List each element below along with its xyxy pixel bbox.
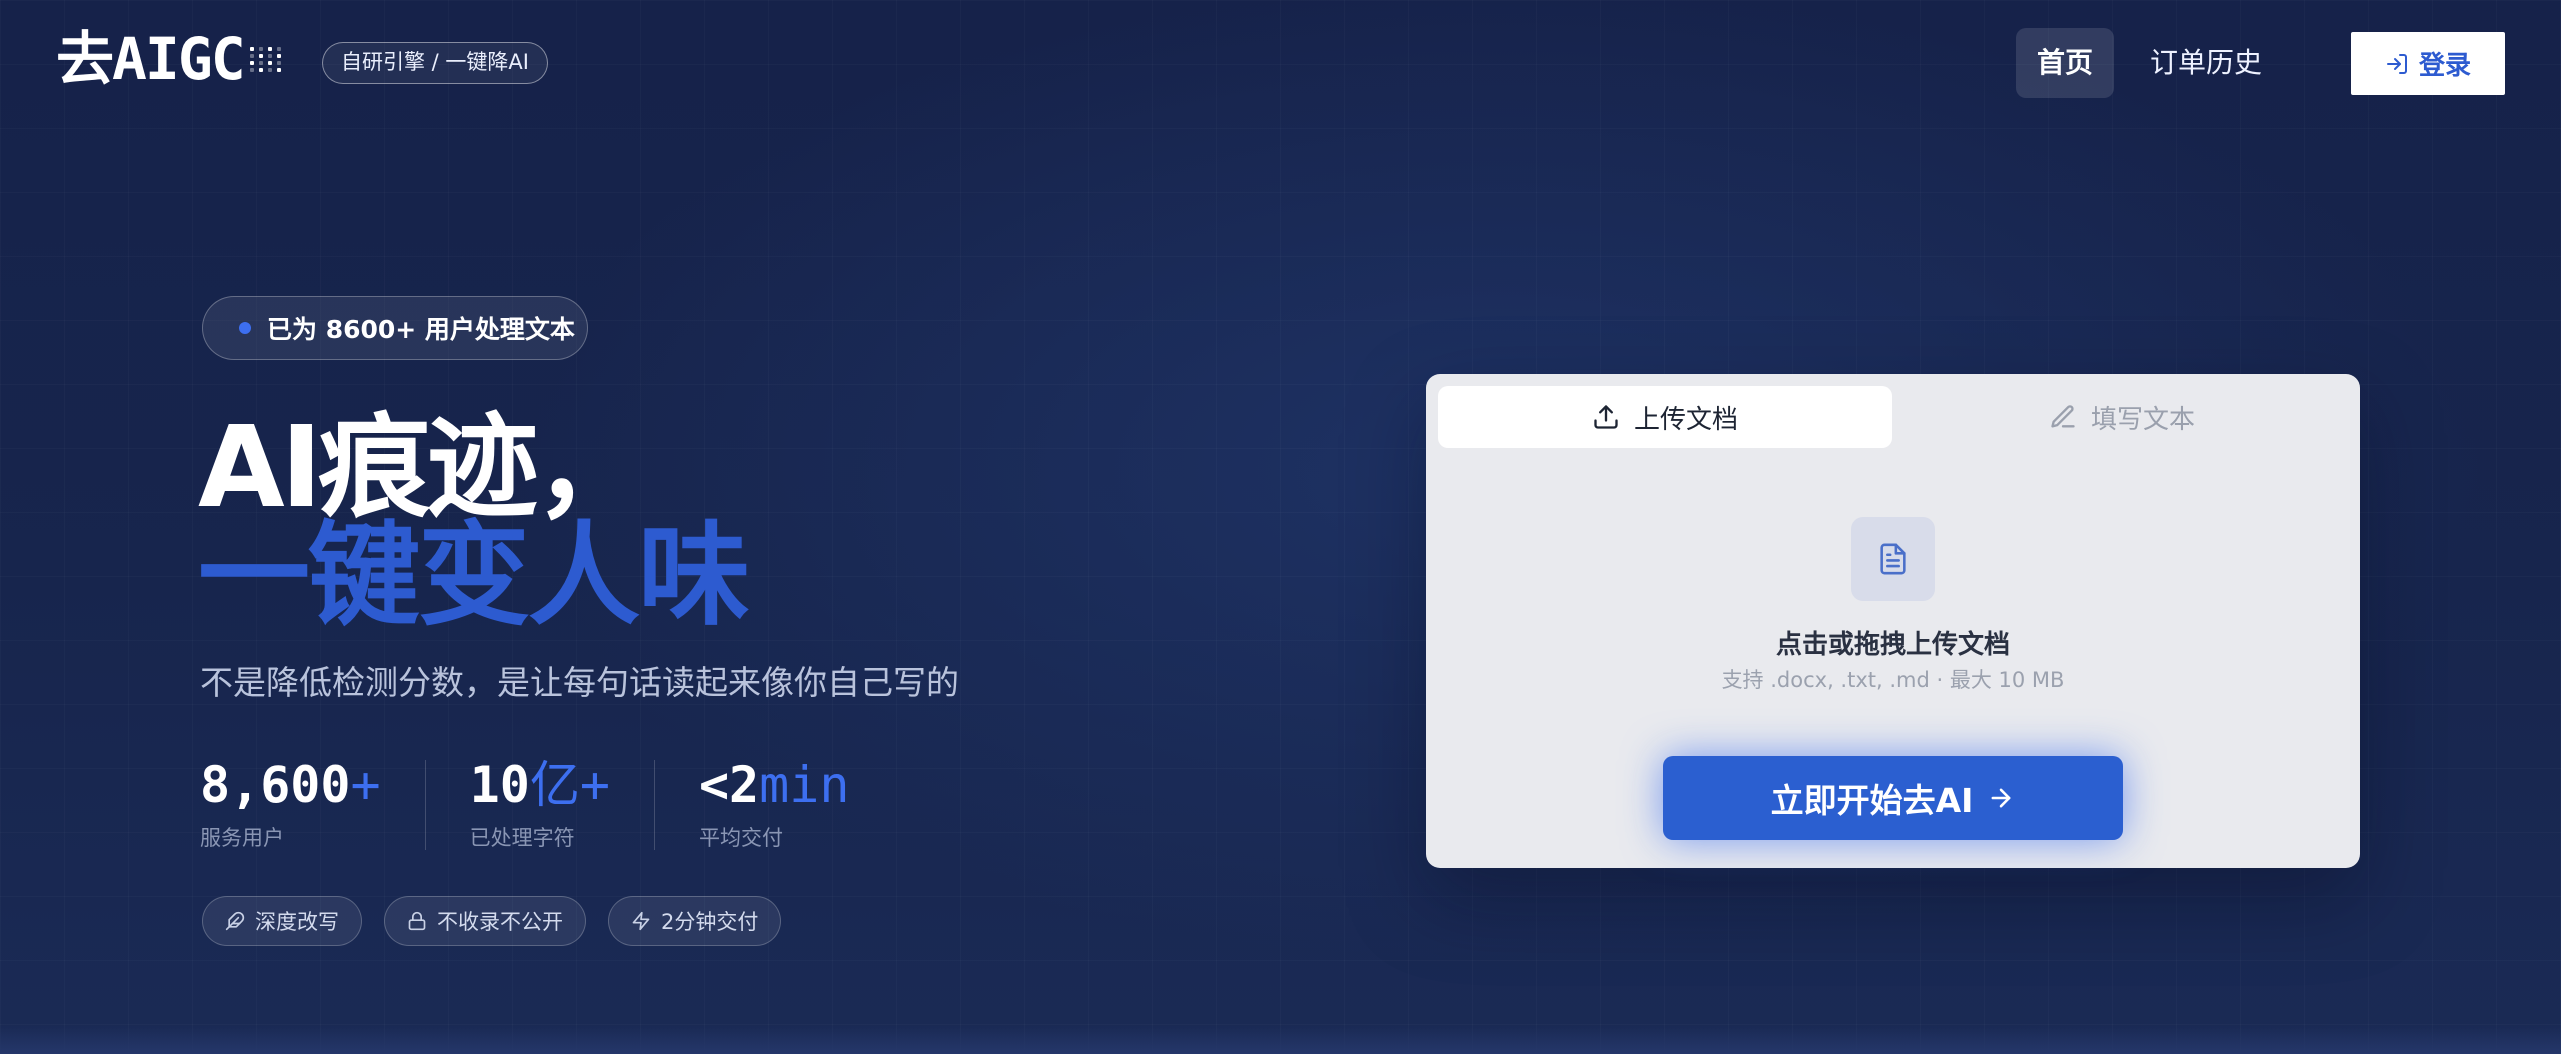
tag-deep-rewrite: 深度改写 bbox=[202, 896, 362, 946]
login-icon bbox=[2386, 53, 2407, 74]
feature-tags: 深度改写 不收录不公开 2分钟交付 bbox=[202, 896, 782, 946]
tab-upload-label: 上传文档 bbox=[1633, 404, 1738, 435]
tag-label: 深度改写 bbox=[255, 910, 339, 934]
stats-row: 8,600+ 服务用户 10亿+ 已处理字符 <2min 平均交付 bbox=[200, 760, 937, 850]
tag-private: 不收录不公开 bbox=[384, 896, 586, 946]
feather-icon bbox=[225, 911, 245, 931]
stat-label: 服务用户 bbox=[200, 826, 284, 850]
logo-text: 去AIGC bbox=[56, 25, 246, 93]
lightning-icon bbox=[632, 911, 650, 931]
tab-write-label: 填写文本 bbox=[2090, 404, 2195, 435]
dropzone-title[interactable]: 点击或拖拽上传文档 bbox=[1426, 624, 2360, 661]
headline-line-2: 一键变人味 bbox=[198, 511, 750, 641]
user-count-pill: 已为 8600+ 用户处理文本 bbox=[202, 296, 588, 360]
dropzone-hint: 支持 .docx, .txt, .md · 最大 10 MB bbox=[1721, 668, 2065, 692]
logo-dots-decoration bbox=[249, 46, 283, 72]
tag-label: 不收录不公开 bbox=[437, 910, 563, 934]
stat-value: 10亿+ bbox=[469, 756, 610, 814]
arrow-right-icon bbox=[1991, 788, 2011, 808]
start-button-label: 立即开始去AI bbox=[1770, 781, 1974, 820]
nav-home[interactable]: 首页 bbox=[2016, 28, 2114, 98]
start-button[interactable]: 立即开始去AI bbox=[1663, 756, 2123, 840]
stat-value: <2min bbox=[698, 756, 850, 814]
pencil-icon bbox=[2051, 405, 2075, 428]
login-button-label: 登录 bbox=[2418, 51, 2471, 81]
document-icon bbox=[1880, 543, 1906, 575]
logo-badge: 自研引擎 / 一键降AI bbox=[322, 42, 548, 84]
upload-icon bbox=[1594, 405, 1618, 429]
tab-upload-document[interactable]: 上传文档 bbox=[1438, 386, 1892, 448]
upload-card: 上传文档 填写文本 点击或拖拽上传文档 支持 .docx, .txt, .md … bbox=[1426, 374, 2360, 868]
stat-characters: 10亿+ 已处理字符 bbox=[470, 760, 655, 850]
stat-users: 8,600+ 服务用户 bbox=[200, 760, 426, 850]
nav-order-history[interactable]: 订单历史 bbox=[2150, 28, 2262, 98]
stat-delivery: <2min 平均交付 bbox=[699, 760, 894, 850]
stat-label: 平均交付 bbox=[698, 826, 783, 850]
tag-fast-delivery: 2分钟交付 bbox=[608, 896, 782, 946]
bottom-band bbox=[0, 1026, 2561, 1054]
lock-icon bbox=[408, 911, 426, 931]
file-dropzone-icon[interactable] bbox=[1851, 517, 1935, 601]
stat-label: 已处理字符 bbox=[469, 826, 575, 850]
user-count-text: 已为 8600+ 用户处理文本 bbox=[267, 315, 575, 344]
headline-line-1: AI痕迹， bbox=[198, 403, 646, 533]
tag-label: 2分钟交付 bbox=[661, 910, 759, 934]
stat-value: 8,600+ bbox=[200, 756, 381, 814]
status-dot bbox=[239, 322, 251, 334]
tab-write-text[interactable]: 填写文本 bbox=[1896, 386, 2348, 448]
login-button[interactable]: 登录 bbox=[2351, 32, 2505, 95]
site-logo[interactable]: 去AIGC bbox=[56, 30, 283, 88]
hero-subtitle: 不是降低检测分数，是让每句话读起来像你自己写的 bbox=[200, 663, 959, 702]
